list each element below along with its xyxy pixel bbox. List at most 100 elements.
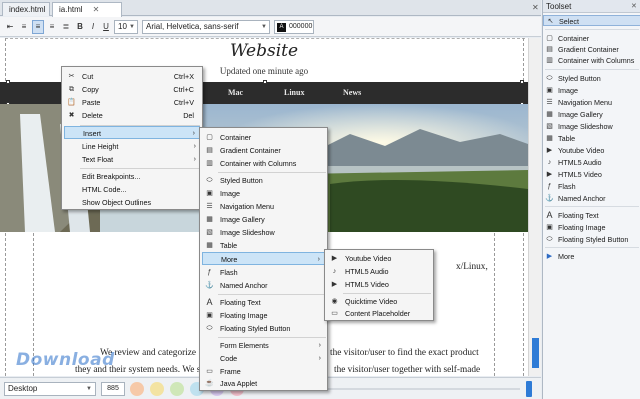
menu-label: Floating Text <box>220 298 261 307</box>
shortcut-label: Ctrl+V <box>173 98 194 107</box>
tab-ia-html[interactable]: ia.html ✕ <box>52 2 122 17</box>
close-tab-icon[interactable]: ✕ <box>93 5 100 14</box>
pointer-icon: ↖ <box>547 18 554 25</box>
tool-image-slideshow[interactable]: ▧ Image Slideshow <box>543 121 640 132</box>
insert-container[interactable]: ▢ Container <box>202 131 325 144</box>
tool-gradient-container[interactable]: ▤ Gradient Container <box>543 44 640 55</box>
tool-youtube-video[interactable]: ▶ Youtube Video <box>543 145 640 156</box>
tool-floating-text[interactable]: A Floating Text <box>543 210 640 221</box>
page-width-field[interactable]: 885 <box>101 382 125 396</box>
tool-table[interactable]: ▦ Table <box>543 133 640 144</box>
vertical-scrollbar[interactable] <box>528 38 541 376</box>
insert-form-elements[interactable]: Form Elements › <box>202 339 325 352</box>
tool-navigation-menu[interactable]: ☰ Navigation Menu <box>543 97 640 108</box>
tool-container[interactable]: ▢ Container <box>543 33 640 44</box>
font-size-select[interactable]: 10 ▼ <box>114 20 138 34</box>
nav-link-news[interactable]: News <box>343 88 361 97</box>
quicktime-icon: ◉ <box>331 298 338 305</box>
insert-flash[interactable]: ƒ Flash <box>202 266 325 279</box>
tool-select[interactable]: ↖ Select <box>543 15 640 26</box>
selection-handle[interactable] <box>263 80 267 84</box>
breakpoint-dot[interactable] <box>170 382 184 396</box>
tool-floating-styled-button[interactable]: ⬭ Floating Styled Button <box>543 234 640 245</box>
selection-handle[interactable] <box>6 80 10 84</box>
align-justify-icon[interactable]: ≣ <box>60 20 72 34</box>
menu-label: HTML5 Video <box>345 280 389 289</box>
menu-item-line-height[interactable]: Line Height › <box>64 140 200 153</box>
insert-navigation-menu[interactable]: ☰ Navigation Menu <box>202 200 325 213</box>
font-size-value: 10 <box>118 22 127 31</box>
insert-floating-image[interactable]: ▣ Floating Image <box>202 309 325 322</box>
breakpoint-dot[interactable] <box>150 382 164 396</box>
breakpoint-dot[interactable] <box>130 382 144 396</box>
toolset-title: Toolset <box>543 0 640 13</box>
tool-html5-audio[interactable]: ♪ HTML5 Audio <box>543 157 640 168</box>
tool-more[interactable]: ▶ More <box>543 251 640 262</box>
insert-styled-button[interactable]: ⬭ Styled Button <box>202 174 325 187</box>
align-center-icon[interactable]: ≡ <box>32 20 44 34</box>
tool-label: Floating Text <box>558 211 599 220</box>
insert-submenu: ▢ Container ▤ Gradient Container ▥ Containe… <box>199 127 328 391</box>
text-color-picker[interactable]: A 000000 <box>274 20 314 34</box>
more-html5-audio[interactable]: ♪ HTML5 Audio <box>327 265 431 278</box>
chevron-down-icon: ▼ <box>129 24 135 30</box>
insert-more[interactable]: More › <box>202 252 325 265</box>
menu-item-text-float[interactable]: Text Float › <box>64 153 200 166</box>
underline-button[interactable]: U <box>100 20 112 34</box>
menu-item-paste[interactable]: 📋 Paste Ctrl+V <box>64 96 200 109</box>
menu-item-html-code[interactable]: HTML Code... <box>64 183 200 196</box>
tool-named-anchor[interactable]: ⚓ Named Anchor <box>543 193 640 204</box>
more-html5-video[interactable]: ▶ HTML5 Video <box>327 278 431 291</box>
insert-table[interactable]: ▦ Table <box>202 239 325 252</box>
insert-named-anchor[interactable]: ⚓ Named Anchor <box>202 279 325 292</box>
menu-item-copy[interactable]: ⧉ Copy Ctrl+C <box>64 83 200 96</box>
zoom-slider-handle[interactable] <box>526 381 532 397</box>
tool-label: Flash <box>558 182 576 191</box>
tool-image[interactable]: ▣ Image <box>543 85 640 96</box>
more-youtube-video[interactable]: ▶ Youtube Video <box>327 252 431 265</box>
align-right-icon[interactable]: ≡ <box>46 20 58 34</box>
bold-button[interactable]: B <box>74 20 86 34</box>
indent-decrease-icon[interactable]: ⇤ <box>4 20 16 34</box>
more-arrow-icon: ▶ <box>546 253 553 260</box>
insert-floating-styled-button[interactable]: ⬭ Floating Styled Button <box>202 322 325 335</box>
float-image-icon: ▣ <box>206 312 213 319</box>
insert-java-applet[interactable]: ☕ Java Applet <box>202 377 325 390</box>
youtube-icon: ▶ <box>546 147 553 154</box>
insert-image[interactable]: ▣ Image <box>202 187 325 200</box>
tool-html5-video[interactable]: ▶ HTML5 Video <box>543 169 640 180</box>
breakpoint-select[interactable]: Desktop ▼ <box>4 382 96 396</box>
tab-index-html[interactable]: index.html <box>2 2 50 16</box>
insert-image-slideshow[interactable]: ▧ Image Slideshow <box>202 226 325 239</box>
more-content-placeholder[interactable]: ▭ Content Placeholder <box>327 307 431 320</box>
insert-image-gallery[interactable]: ▦ Image Gallery <box>202 213 325 226</box>
tool-styled-button[interactable]: ⬭ Styled Button <box>543 73 640 84</box>
tool-container-columns[interactable]: ▥ Container with Columns <box>543 55 640 66</box>
nav-link-mac[interactable]: Mac <box>228 88 243 97</box>
submenu-arrow-icon: › <box>317 256 320 263</box>
document-tab-bar: index.html ia.html ✕ ✕ <box>0 0 541 17</box>
tool-floating-image[interactable]: ▣ Floating Image <box>543 222 640 233</box>
close-document-icon[interactable]: ✕ <box>532 3 539 12</box>
italic-button[interactable]: I <box>87 20 99 34</box>
float-image-icon: ▣ <box>546 224 553 231</box>
align-left-icon[interactable]: ≡ <box>18 20 30 34</box>
selection-handle[interactable] <box>520 80 524 84</box>
menu-item-cut[interactable]: ✂ Cut Ctrl+X <box>64 70 200 83</box>
tool-label: Gradient Container <box>558 45 619 54</box>
nav-link-linux[interactable]: Linux <box>284 88 304 97</box>
menu-item-show-object-outlines[interactable]: Show Object Outlines <box>64 196 200 209</box>
insert-code[interactable]: Code › <box>202 352 325 365</box>
tool-image-gallery[interactable]: ▦ Image Gallery <box>543 109 640 120</box>
tool-flash[interactable]: ƒ Flash <box>543 181 640 192</box>
insert-floating-text[interactable]: A Floating Text <box>202 296 325 309</box>
table-icon: ▦ <box>206 242 213 249</box>
menu-item-insert[interactable]: Insert › <box>64 126 200 139</box>
scrollbar-thumb[interactable] <box>532 338 539 368</box>
menu-item-delete[interactable]: ✖ Delete Del <box>64 109 200 122</box>
insert-gradient-container[interactable]: ▤ Gradient Container <box>202 144 325 157</box>
font-family-select[interactable]: Arial, Helvetica, sans-serif ▼ <box>142 20 270 34</box>
pin-icon[interactable]: ✕ <box>631 2 637 10</box>
insert-container-columns[interactable]: ▥ Container with Columns <box>202 157 325 170</box>
menu-item-edit-breakpoints[interactable]: Edit Breakpoints... <box>64 170 200 183</box>
